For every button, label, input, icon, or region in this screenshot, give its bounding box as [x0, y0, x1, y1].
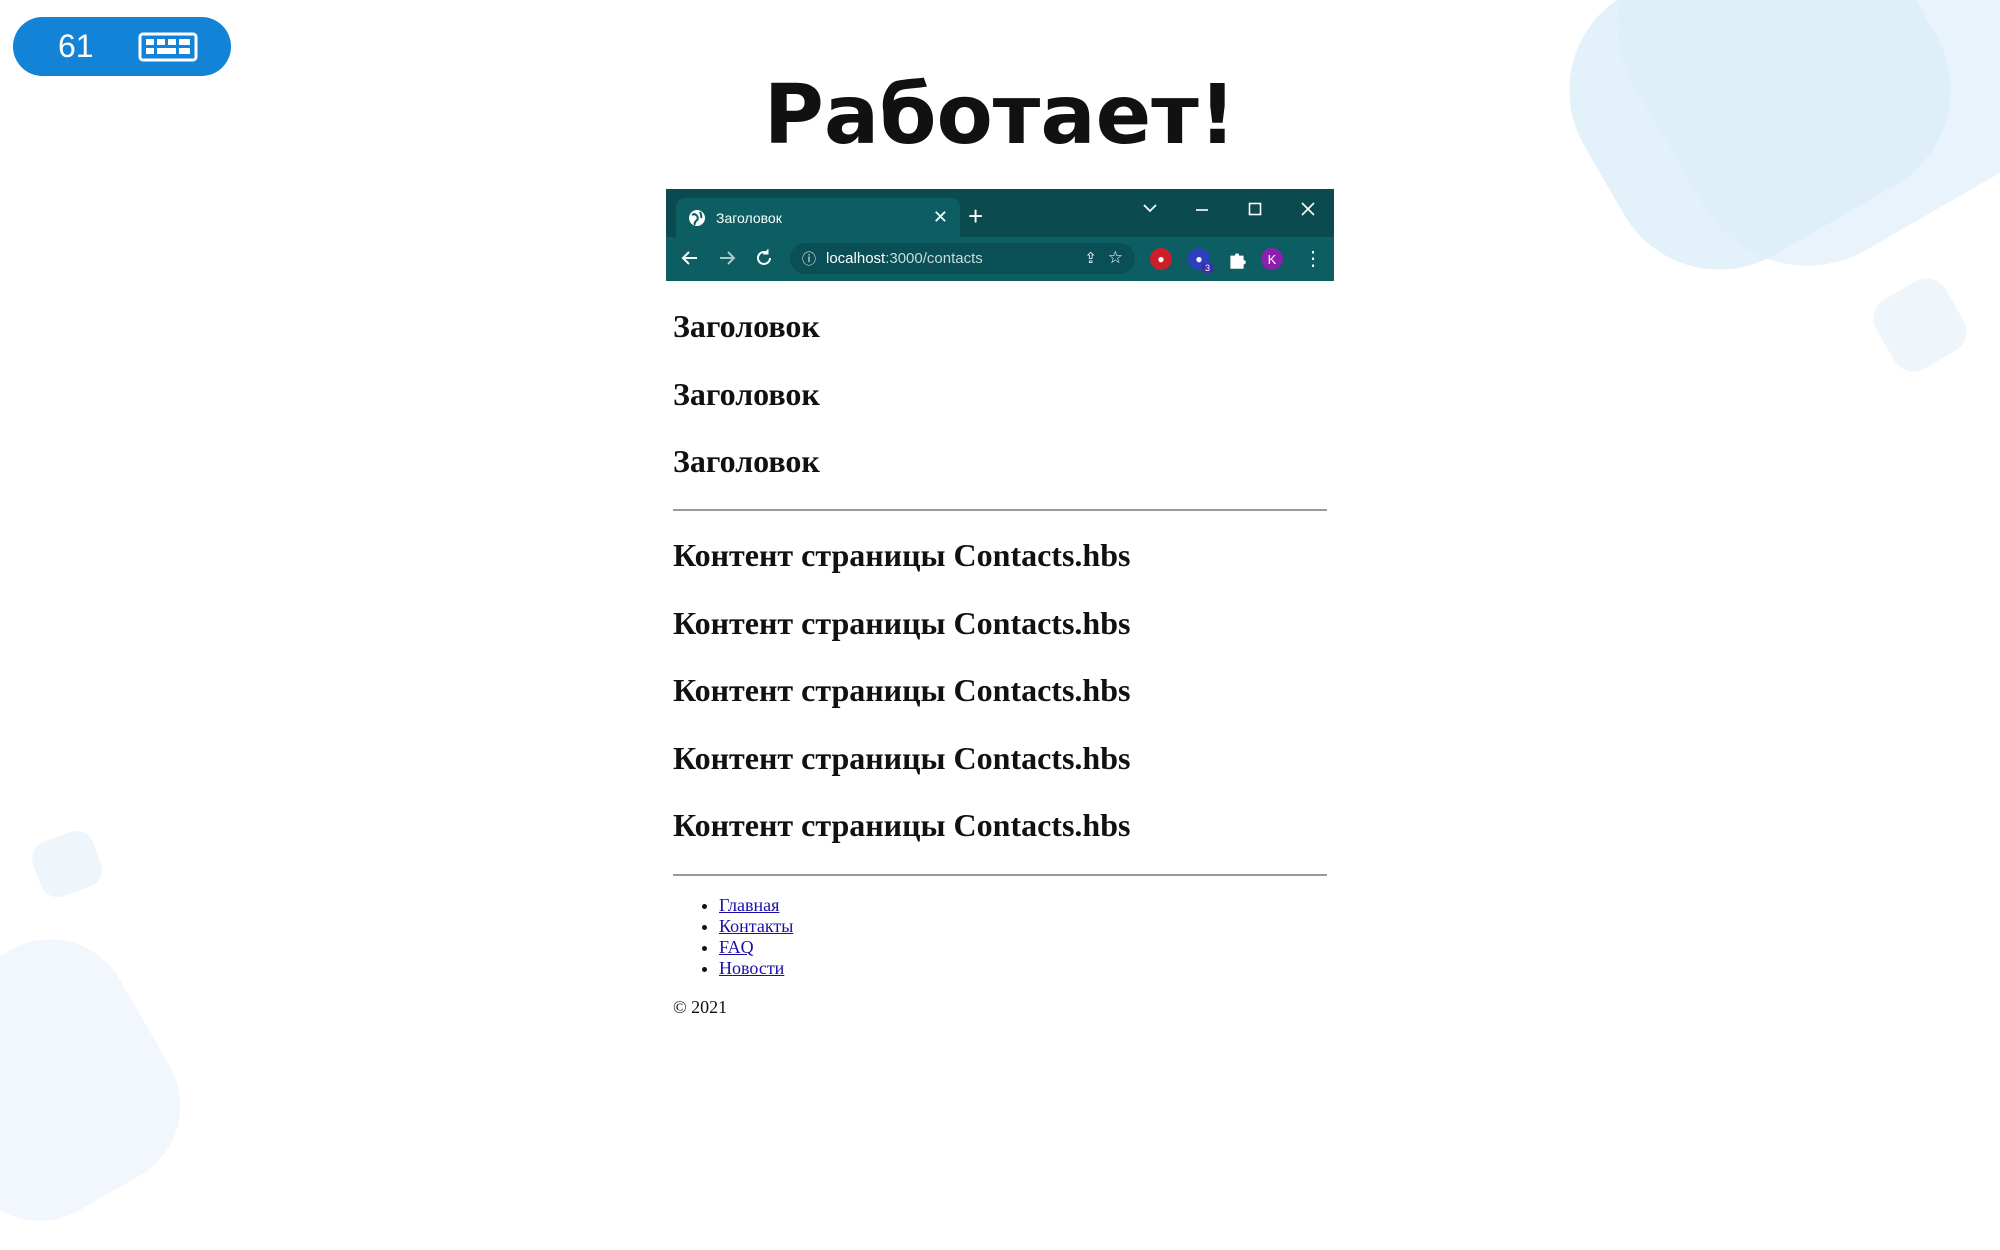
back-arrow-icon[interactable] [680, 248, 700, 268]
url-path: :3000/contacts [885, 250, 983, 267]
new-tab-button[interactable]: + [968, 201, 983, 232]
reload-icon[interactable] [754, 248, 774, 268]
forward-arrow-icon[interactable] [717, 248, 737, 268]
content-heading: Контент страницы Contacts.hbs [673, 740, 1131, 776]
page-heading: Заголовок [673, 376, 820, 412]
divider [673, 874, 1327, 876]
divider [673, 509, 1327, 511]
extension-count-badge: 3 [1202, 263, 1214, 273]
minimize-icon[interactable] [1194, 202, 1210, 218]
content-heading: Контент страницы Contacts.hbs [673, 807, 1131, 843]
list-item: Контакты [719, 916, 793, 937]
list-item: Новости [719, 958, 793, 979]
share-icon[interactable]: ⇪ [1084, 249, 1097, 267]
star-icon[interactable]: ☆ [1108, 248, 1123, 268]
list-item: FAQ [719, 937, 793, 958]
slide-title: Работает! [763, 68, 1237, 163]
page-heading: Заголовок [673, 443, 820, 479]
background-shape [27, 825, 107, 903]
background-shape [1865, 270, 1975, 380]
copyright-text: © 2021 [673, 997, 728, 1017]
maximize-icon[interactable] [1247, 201, 1263, 217]
browser-toolbar: ⓘ localhost:3000/contacts ⇪ ☆ ● ● 3 K ⋮ [666, 237, 1334, 281]
globe-icon [689, 209, 705, 226]
close-window-icon[interactable] [1300, 201, 1316, 217]
background-shape [0, 909, 210, 1250]
nav-link-contacts[interactable]: Контакты [719, 916, 793, 936]
slide-number: 61 [58, 28, 94, 64]
browser-tab[interactable]: Заголовок ✕ [676, 198, 960, 237]
tab-title: Заголовок [716, 209, 782, 226]
nav-link-home[interactable]: Главная [719, 895, 779, 915]
puzzle-icon[interactable] [1226, 249, 1248, 271]
extension-adblock-icon[interactable]: ● [1150, 248, 1172, 270]
url-host: localhost [826, 250, 886, 267]
profile-avatar[interactable]: K [1261, 248, 1283, 270]
nav-link-news[interactable]: Новости [719, 958, 784, 978]
list-item: Главная [719, 895, 793, 916]
nav-link-faq[interactable]: FAQ [719, 937, 754, 957]
page-heading: Заголовок [673, 308, 820, 344]
content-heading: Контент страницы Contacts.hbs [673, 537, 1131, 573]
content-heading: Контент страницы Contacts.hbs [673, 672, 1131, 708]
footer-nav: Главная Контакты FAQ Новости [673, 895, 793, 979]
close-tab-icon[interactable]: ✕ [933, 207, 948, 228]
browser-window: Заголовок ✕ + ⓘ localhost:3000/contacts … [666, 189, 1334, 281]
address-bar[interactable]: ⓘ localhost:3000/contacts ⇪ ☆ [790, 243, 1135, 274]
content-heading: Контент страницы Contacts.hbs [673, 605, 1131, 641]
chevron-down-icon[interactable] [1142, 202, 1158, 214]
menu-dots-icon[interactable]: ⋮ [1303, 246, 1323, 271]
keyboard-icon [138, 32, 198, 61]
info-icon[interactable]: ⓘ [802, 249, 816, 269]
